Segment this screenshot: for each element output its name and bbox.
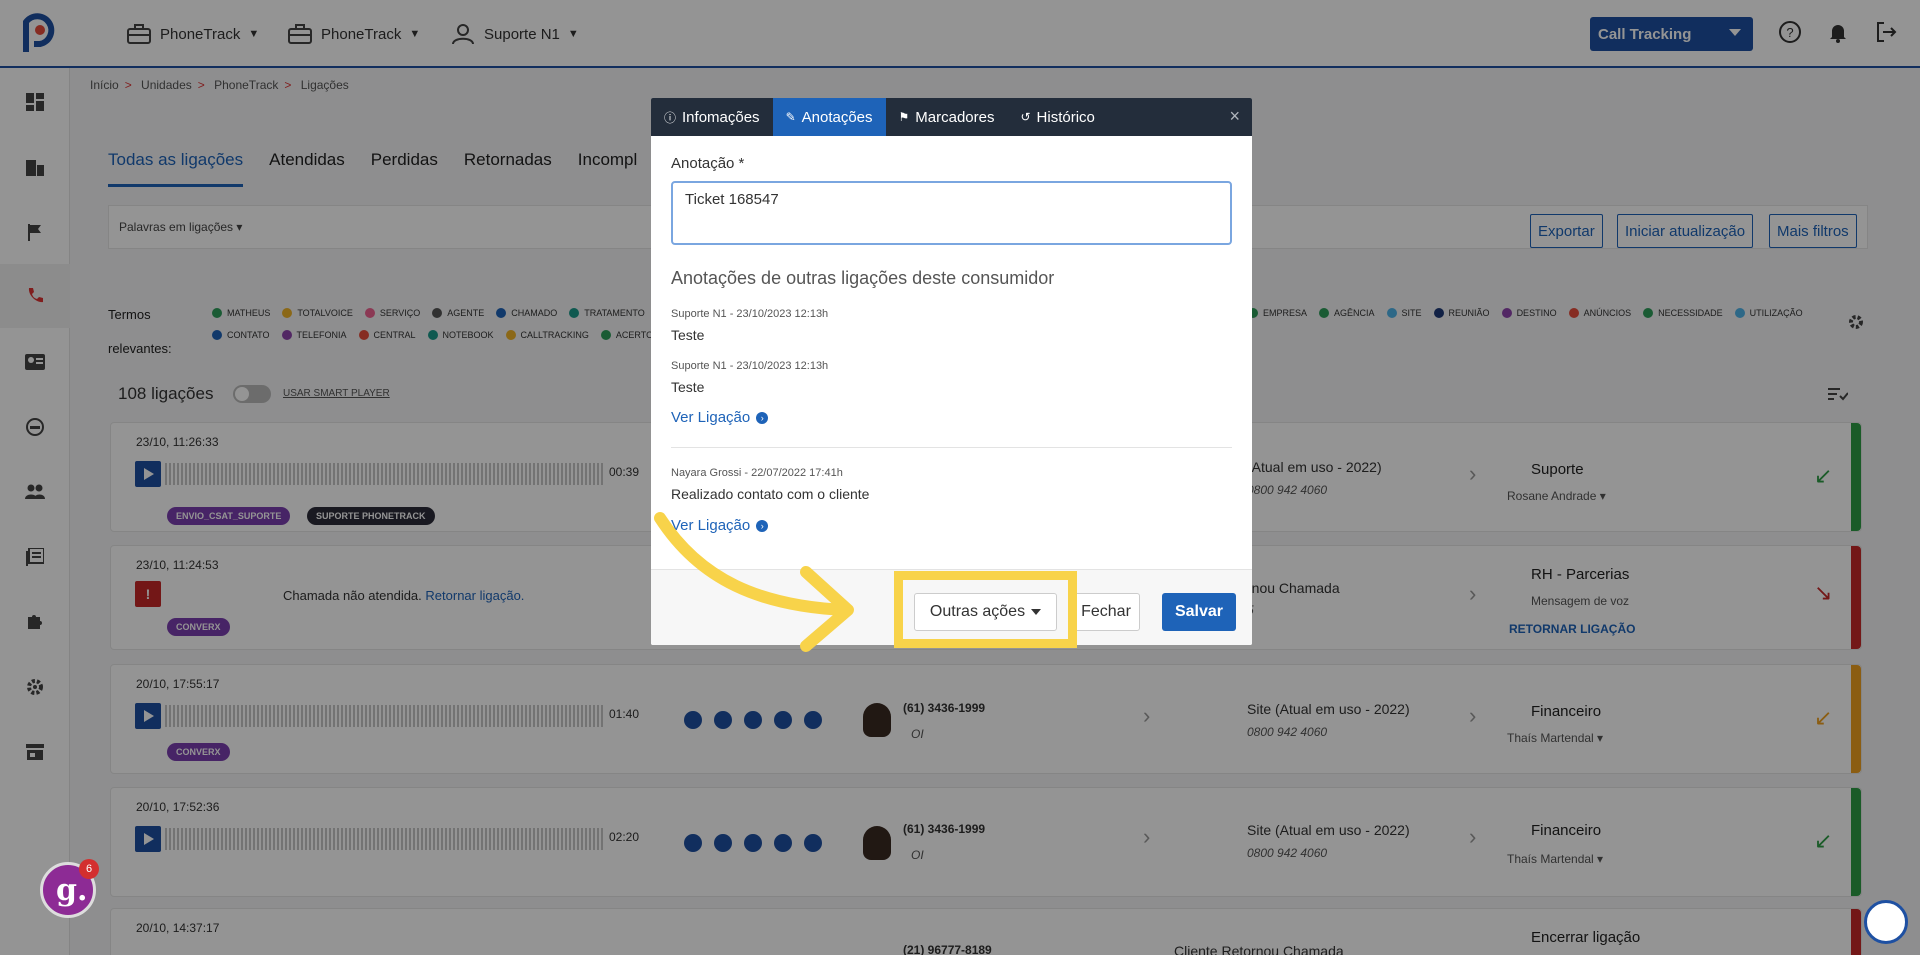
note-meta: Nayara Grossi - 22/07/2022 17:41h [671,467,843,479]
tab-label: Anotações [801,108,873,126]
note-text: Teste [671,379,705,395]
view-call-link[interactable]: Ver Ligação › [671,517,769,534]
modal-tabs: ⓘ Infomações ✎ Anotações ⚑ Marcadores ↺ Hist… [651,98,1252,136]
tab-anotacoes[interactable]: ✎ Anotações [772,98,886,136]
chat-widget[interactable]: g. 6 [40,859,99,918]
tab-historico[interactable]: ↺ Histórico [1007,98,1107,136]
tab-label: Infomações [682,108,760,126]
tab-label: Marcadores [915,108,995,126]
highlight-box [894,571,1077,648]
other-notes-title: Anotações de outras ligações deste consu… [671,268,1055,288]
info-icon: ⓘ [664,110,677,125]
tab-label: Histórico [1036,108,1095,126]
tags-icon: ⚑ [898,110,910,124]
close-button[interactable]: Fechar [1072,593,1140,631]
close-icon[interactable]: × [1229,106,1240,127]
annotation-input[interactable]: Ticket 168547 [671,181,1232,245]
help-widget-icon[interactable] [1864,900,1908,944]
tab-informacoes[interactable]: ⓘ Infomações [651,98,773,136]
edit-icon: ✎ [785,110,796,124]
annotation-label: Anotação * [671,155,745,172]
note-text: Realizado contato com o cliente [671,486,870,502]
chevron-circle-right-icon: › [756,519,769,532]
note-meta: Suporte N1 - 23/10/2023 12:13h [671,360,829,372]
note-text: Teste [671,327,705,343]
chat-logo-icon: g. [56,873,88,908]
view-call-label: Ver Ligação [671,517,751,534]
divider [671,447,1232,448]
view-call-link[interactable]: Ver Ligação › [671,409,769,426]
chevron-circle-right-icon: › [756,411,769,424]
view-call-label: Ver Ligação [671,409,751,426]
call-details-modal: ⓘ Infomações ✎ Anotações ⚑ Marcadores ↺ Hist… [651,98,1252,645]
history-icon: ↺ [1020,110,1031,124]
note-meta: Suporte N1 - 23/10/2023 12:13h [671,308,829,320]
save-button[interactable]: Salvar [1162,593,1236,631]
notification-count: 6 [79,859,99,879]
tab-marcadores[interactable]: ⚑ Marcadores [886,98,1008,136]
